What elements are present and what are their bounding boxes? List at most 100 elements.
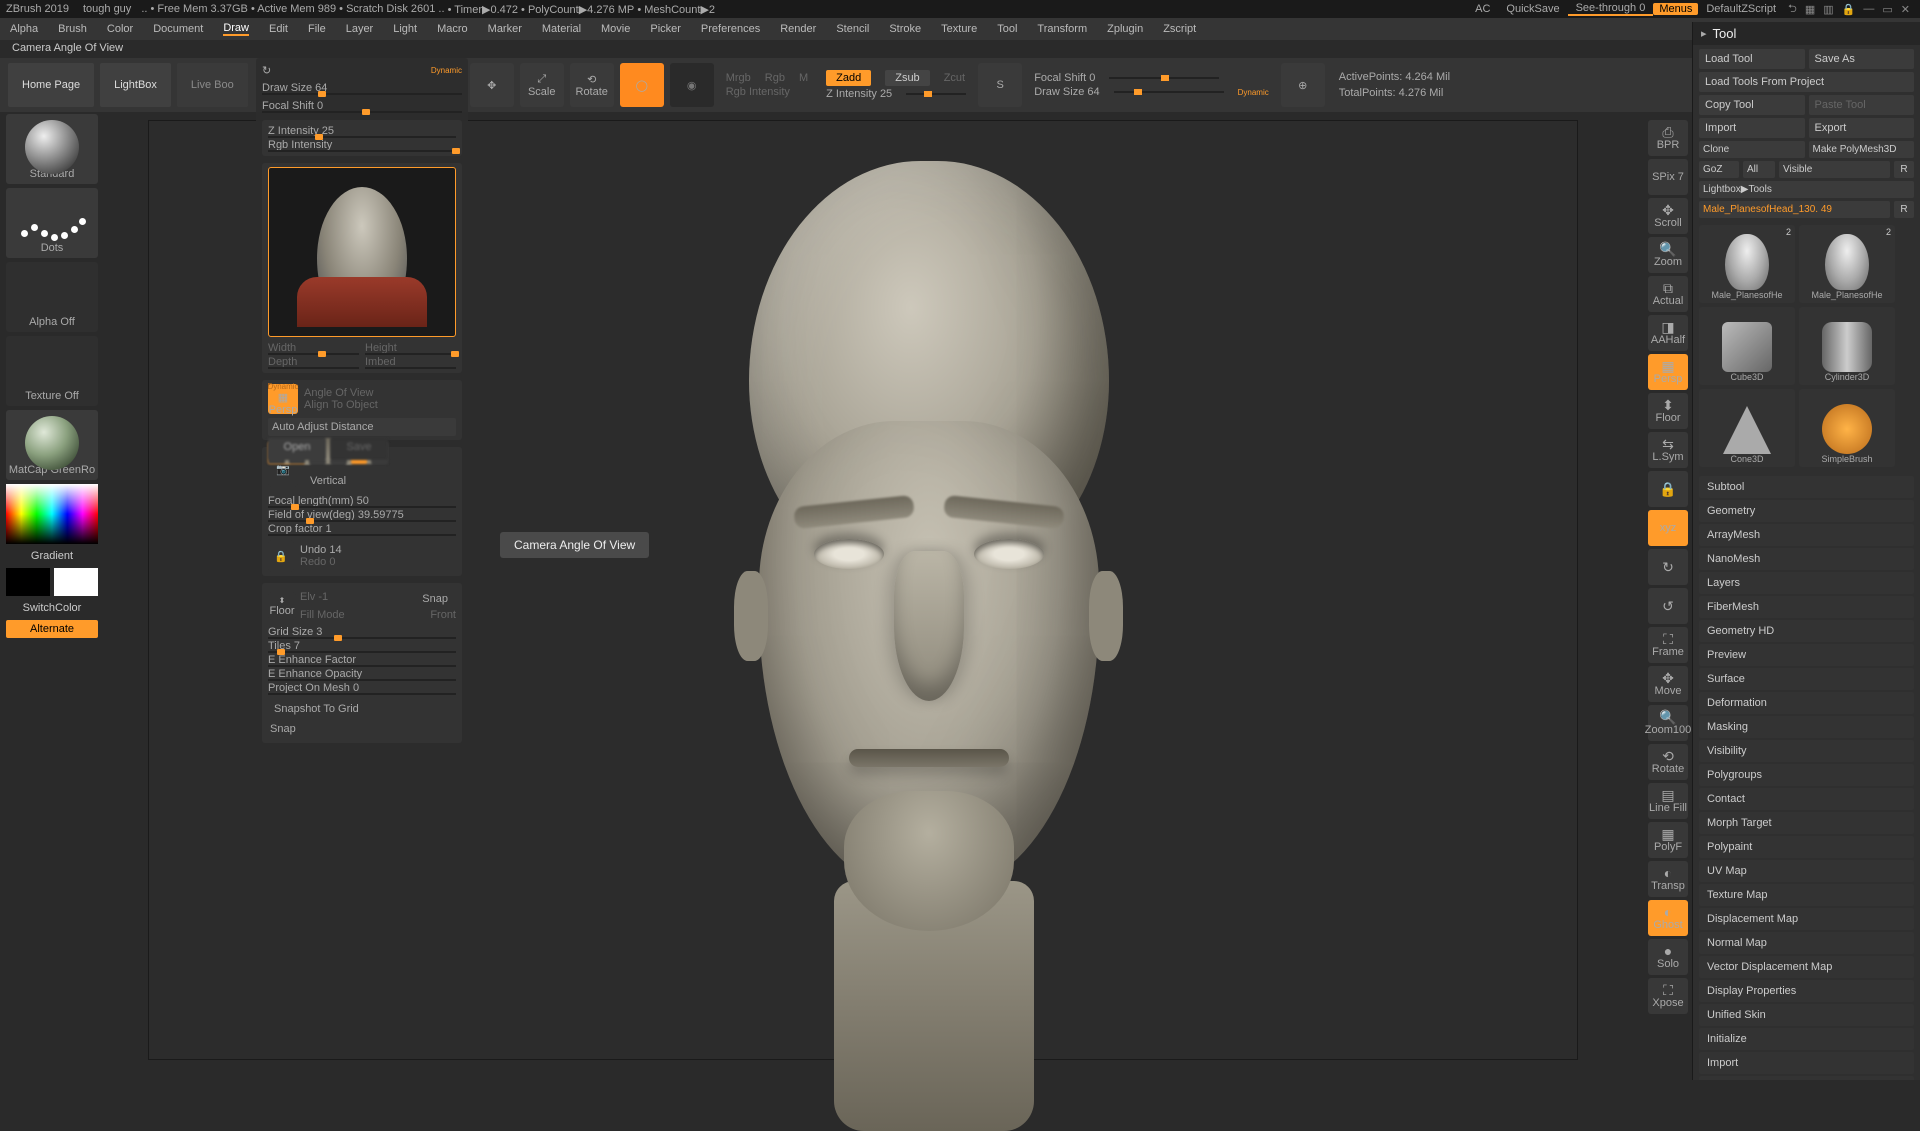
shelf-move[interactable]: ✥Move (1648, 666, 1688, 702)
shelf-solo[interactable]: ●Solo (1648, 939, 1688, 975)
menu-color[interactable]: Color (107, 23, 133, 35)
align-to-object[interactable]: Align To Object (304, 399, 456, 411)
section-displacement-map[interactable]: Displacement Map (1699, 908, 1914, 930)
maximize-icon[interactable]: ▭ (1878, 3, 1896, 16)
alternate-button[interactable]: Alternate (6, 620, 98, 638)
menu-texture[interactable]: Texture (941, 23, 977, 35)
layout2-icon[interactable]: ▥ (1819, 3, 1837, 16)
clone-button[interactable]: Clone (1699, 141, 1805, 158)
floor-icon[interactable]: ⬍Floor (268, 592, 296, 620)
color-picker[interactable] (6, 484, 98, 544)
section-import[interactable]: Import (1699, 1052, 1914, 1074)
rgb-toggle[interactable]: Rgb (765, 72, 785, 84)
shelf-aahalf[interactable]: ◨AAHalf (1648, 315, 1688, 351)
shelf-linefill[interactable]: ▤Line Fill (1648, 783, 1688, 819)
import-button[interactable]: Import (1699, 118, 1805, 138)
shelf-floor[interactable]: ⬍Floor (1648, 393, 1688, 429)
shelf-xpose[interactable]: ⛶Xpose (1648, 978, 1688, 1014)
menu-file[interactable]: File (308, 23, 326, 35)
m-toggle[interactable]: M (799, 72, 808, 84)
angle-of-view[interactable]: Angle Of View (304, 387, 456, 399)
focal-shift-slider-panel[interactable]: Focal Shift 0 (262, 99, 462, 113)
load-tool-button[interactable]: Load Tool (1699, 49, 1805, 69)
e-enhance-opacity[interactable]: E Enhance Opacity (268, 667, 456, 681)
section-subtool[interactable]: Subtool (1699, 476, 1914, 498)
make-polymesh-button[interactable]: Make PolyMesh3D (1809, 141, 1915, 158)
default-zscript[interactable]: DefaultZScript (1698, 3, 1784, 15)
close-icon[interactable]: ✕ (1897, 3, 1914, 16)
shelf-rotate[interactable]: ⟲Rotate (1648, 744, 1688, 780)
section-nanomesh[interactable]: NanoMesh (1699, 548, 1914, 570)
section-polygroups[interactable]: Polygroups (1699, 764, 1914, 786)
menu-render[interactable]: Render (780, 23, 816, 35)
grid-size-slider[interactable]: Grid Size 3 (268, 625, 456, 639)
shelf-xyz[interactable]: xyz (1648, 510, 1688, 546)
swatch-white[interactable] (54, 568, 98, 596)
texture-thumb[interactable]: Texture Off (6, 336, 98, 406)
section-masking[interactable]: Masking (1699, 716, 1914, 738)
tool-item-0[interactable]: 2Male_PlanesofHe (1699, 225, 1795, 303)
snap-toggle[interactable]: Snap (414, 591, 456, 607)
menu-stencil[interactable]: Stencil (836, 23, 869, 35)
menu-tool[interactable]: Tool (997, 23, 1017, 35)
brush-thumb[interactable]: Standard (6, 114, 98, 184)
shelf-ghost[interactable]: ◐Ghost (1648, 900, 1688, 936)
lightbox-tools[interactable]: Lightbox▶Tools (1699, 181, 1914, 198)
minimize-icon[interactable]: — (1859, 3, 1878, 15)
draw-size-slider[interactable]: Draw Size 64 (1034, 86, 1099, 98)
section-layers[interactable]: Layers (1699, 572, 1914, 594)
shelf-persp[interactable]: ▦Persp (1648, 354, 1688, 390)
persp-button[interactable]: Dynamic▦Persp (268, 384, 298, 414)
switch-color[interactable]: SwitchColor (6, 600, 98, 616)
shelf-btn[interactable]: ↺ (1648, 588, 1688, 624)
scale-button[interactable]: ⤢Scale (520, 63, 564, 107)
elv-slider[interactable]: Elv -1 (300, 591, 410, 607)
goz-button[interactable]: GoZ (1699, 161, 1739, 178)
tool-item-3[interactable]: Cylinder3D (1799, 307, 1895, 385)
draw-palette[interactable]: ↻Dynamic Draw Size 64 Focal Shift 0 Z In… (256, 58, 468, 749)
menu-edit[interactable]: Edit (269, 23, 288, 35)
section-vector-displacement-map[interactable]: Vector Displacement Map (1699, 956, 1914, 978)
section-fibermesh[interactable]: FiberMesh (1699, 596, 1914, 618)
redo-button[interactable]: Redo 0 (300, 556, 456, 568)
menu-alpha[interactable]: Alpha (10, 23, 38, 35)
tool-item-1[interactable]: 2Male_PlanesofHe (1799, 225, 1895, 303)
section-geometry[interactable]: Geometry (1699, 500, 1914, 522)
tool-item-5[interactable]: SimpleBrush (1799, 389, 1895, 467)
paste-tool-button[interactable]: Paste Tool (1809, 95, 1915, 115)
menu-zplugin[interactable]: Zplugin (1107, 23, 1143, 35)
section-unified-skin[interactable]: Unified Skin (1699, 1004, 1914, 1026)
project-on-mesh[interactable]: Project On Mesh 0 (268, 681, 456, 695)
sculpt-mode-button[interactable]: ◉ (670, 63, 714, 107)
focal-length-slider[interactable]: Focal length(mm) 50 (268, 494, 456, 508)
menu-preferences[interactable]: Preferences (701, 23, 760, 35)
draw-size-slider-panel[interactable]: Draw Size 64 (262, 81, 462, 95)
shelf-scroll[interactable]: ✥Scroll (1648, 198, 1688, 234)
load-from-project-button[interactable]: Load Tools From Project (1699, 72, 1914, 92)
shelf-lsym[interactable]: ⇆L.Sym (1648, 432, 1688, 468)
rotate-button[interactable]: ⟲Rotate (570, 63, 614, 107)
sculpt-mesh[interactable] (639, 121, 1199, 1071)
menu-transform[interactable]: Transform (1037, 23, 1087, 35)
menu-document[interactable]: Document (153, 23, 203, 35)
shelf-frame[interactable]: ⛶Frame (1648, 627, 1688, 663)
section-normal-map[interactable]: Normal Map (1699, 932, 1914, 954)
copy-tool-button[interactable]: Copy Tool (1699, 95, 1805, 115)
current-tool-name[interactable]: Male_PlanesofHead_130. 49 (1699, 201, 1890, 218)
menu-movie[interactable]: Movie (601, 23, 630, 35)
swatch-black[interactable] (6, 568, 50, 596)
vertical-btn[interactable]: Vertical (304, 472, 456, 490)
open-button[interactable]: Open (268, 438, 326, 460)
shelf-zoom100[interactable]: 🔍Zoom100 (1648, 705, 1688, 741)
tool-collapse-icon[interactable]: ▸ (1701, 27, 1707, 40)
menus-toggle[interactable]: Menus (1653, 3, 1698, 15)
depth-slider[interactable]: Depth (268, 355, 359, 369)
section-contact[interactable]: Contact (1699, 788, 1914, 810)
section-visibility[interactable]: Visibility (1699, 740, 1914, 762)
seethrough-slider[interactable]: See-through 0 (1568, 2, 1654, 16)
tiles-slider[interactable]: Tiles 7 (268, 639, 456, 653)
goz-all-button[interactable]: All (1743, 161, 1775, 178)
menu-zscript[interactable]: Zscript (1163, 23, 1196, 35)
section-surface[interactable]: Surface (1699, 668, 1914, 690)
float-menu-icon[interactable]: ⮌ (1784, 0, 1801, 19)
